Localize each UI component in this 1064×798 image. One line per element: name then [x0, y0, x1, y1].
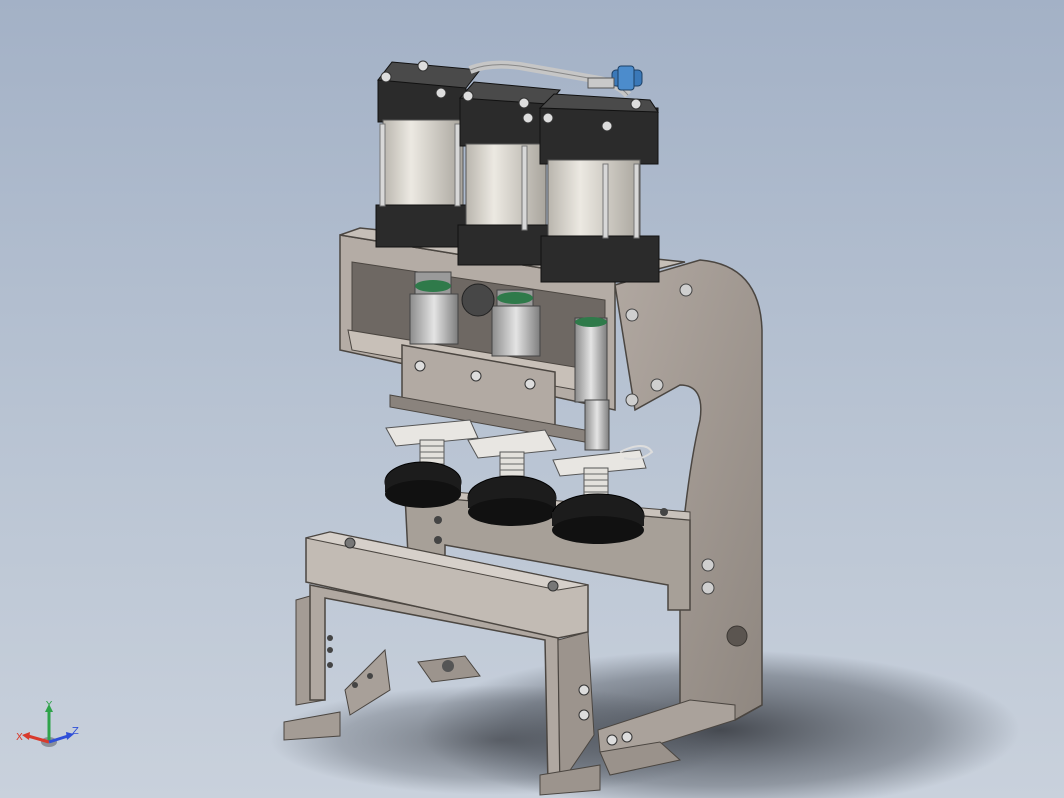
punch-station-3[interactable] — [551, 445, 654, 544]
cad-viewport[interactable]: Y X Z — [0, 0, 1064, 798]
press-assembly-model[interactable] — [0, 0, 1064, 798]
c-frame-side-plate[interactable] — [614, 259, 763, 721]
x-axis-label: X — [16, 732, 23, 743]
y-axis-label: Y — [45, 700, 53, 711]
punch-station-2[interactable] — [467, 429, 557, 526]
x-axis-head — [22, 732, 30, 740]
cylinder-3[interactable] — [538, 93, 660, 283]
cylinder-1[interactable] — [375, 60, 481, 248]
triad-graphic: Y X Z — [16, 700, 79, 747]
z-axis-label: Z — [72, 726, 79, 737]
coordinate-triad[interactable]: Y X Z — [14, 700, 84, 756]
